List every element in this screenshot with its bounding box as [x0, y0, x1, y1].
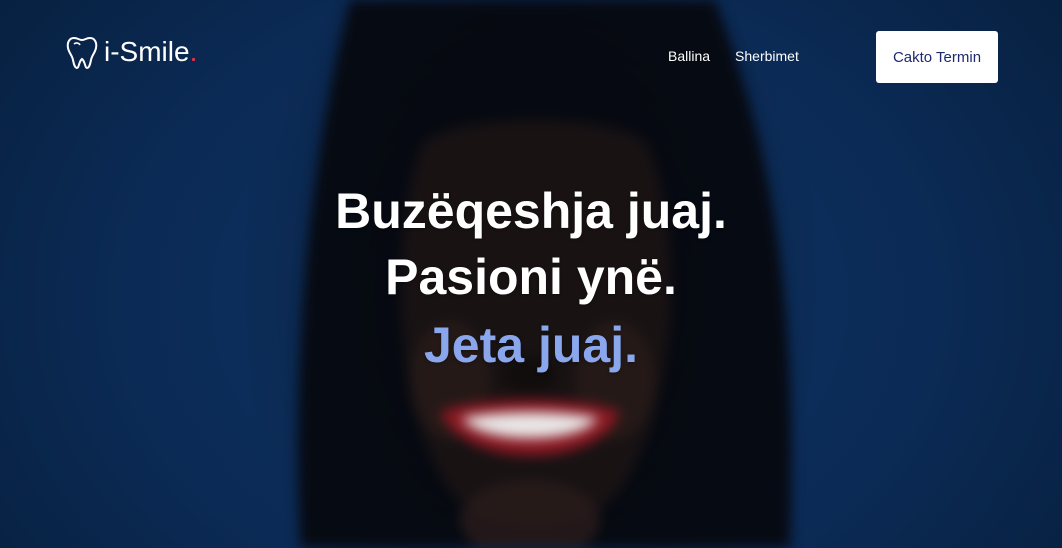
navbar: i-Smile. Ballina Sherbimet Cakto Termin	[0, 0, 1062, 110]
hero-headline: Buzëqeshja juaj. Pasioni ynë. Jeta juaj.	[0, 178, 1062, 378]
headline-line-2: Pasioni ynë.	[385, 249, 677, 305]
book-appointment-button[interactable]: Cakto Termin	[876, 31, 998, 83]
headline-line-3: Jeta juaj.	[424, 317, 638, 373]
nav-menu: Ballina Sherbimet	[668, 46, 799, 66]
hero-section: i-Smile. Ballina Sherbimet Cakto Termin …	[0, 0, 1062, 548]
nav-link-sherbimet[interactable]: Sherbimet	[735, 46, 799, 66]
tooth-icon	[66, 36, 98, 69]
nav-link-ballina[interactable]: Ballina	[668, 46, 710, 66]
brand-name: i-Smile	[104, 36, 190, 67]
brand-dot: .	[189, 36, 198, 67]
headline-line-1: Buzëqeshja juaj.	[335, 183, 727, 239]
brand-logo[interactable]: i-Smile.	[66, 34, 197, 70]
